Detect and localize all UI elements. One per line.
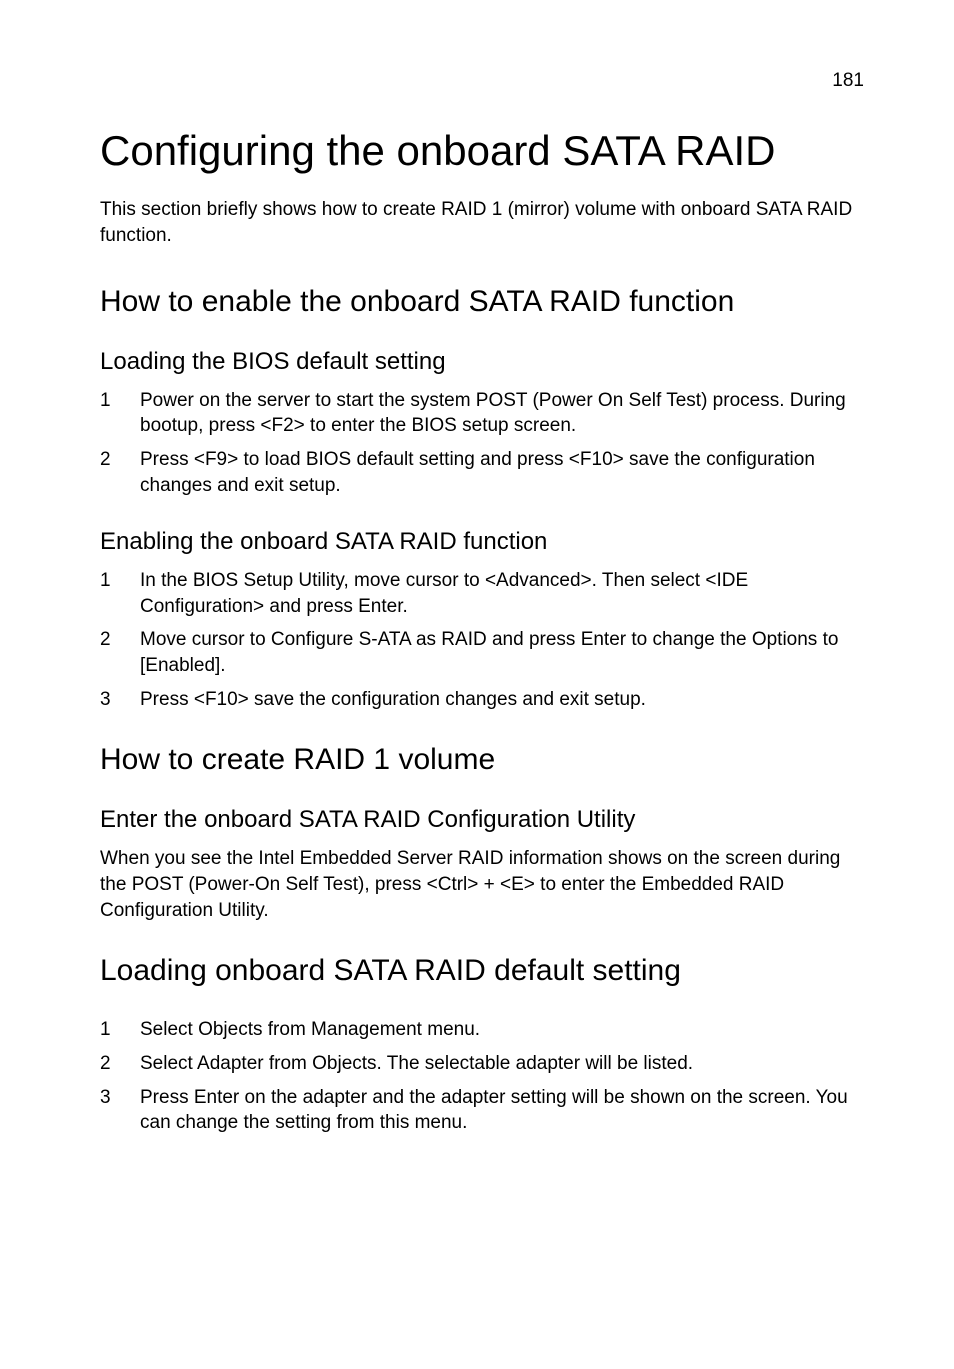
list-number: 2 — [100, 627, 140, 678]
list-number: 3 — [100, 687, 140, 713]
list-text: In the BIOS Setup Utility, move cursor t… — [140, 568, 864, 619]
list-item: 1 Select Objects from Management menu. — [100, 1017, 864, 1043]
section-heading-enable-raid: How to enable the onboard SATA RAID func… — [100, 284, 864, 320]
section-heading-create-raid1: How to create RAID 1 volume — [100, 742, 864, 778]
list-text: Power on the server to start the system … — [140, 388, 864, 439]
list-text: Press Enter on the adapter and the adapt… — [140, 1085, 864, 1136]
list-item: 1 Power on the server to start the syste… — [100, 388, 864, 439]
section-heading-loading-default: Loading onboard SATA RAID default settin… — [100, 953, 864, 989]
list-number: 1 — [100, 1017, 140, 1043]
list-text: Press <F9> to load BIOS default setting … — [140, 447, 864, 498]
subsection-heading-config-utility: Enter the onboard SATA RAID Configuratio… — [100, 806, 864, 834]
list-text: Move cursor to Configure S-ATA as RAID a… — [140, 627, 864, 678]
intro-paragraph: This section briefly shows how to create… — [100, 197, 864, 248]
list-item: 2 Move cursor to Configure S-ATA as RAID… — [100, 627, 864, 678]
list-item: 2 Press <F9> to load BIOS default settin… — [100, 447, 864, 498]
list-bios-default: 1 Power on the server to start the syste… — [100, 388, 864, 499]
subsection-heading-enable-function: Enabling the onboard SATA RAID function — [100, 528, 864, 556]
list-number: 2 — [100, 1051, 140, 1077]
list-number: 3 — [100, 1085, 140, 1136]
body-paragraph-config-utility: When you see the Intel Embedded Server R… — [100, 846, 864, 923]
list-loading-default: 1 Select Objects from Management menu. 2… — [100, 1017, 864, 1136]
list-number: 1 — [100, 568, 140, 619]
list-item: 3 Press Enter on the adapter and the ada… — [100, 1085, 864, 1136]
subsection-heading-bios-default: Loading the BIOS default setting — [100, 348, 864, 376]
list-text: Press <F10> save the configuration chang… — [140, 687, 864, 713]
list-item: 2 Select Adapter from Objects. The selec… — [100, 1051, 864, 1077]
list-item: 3 Press <F10> save the configuration cha… — [100, 687, 864, 713]
list-item: 1 In the BIOS Setup Utility, move cursor… — [100, 568, 864, 619]
page-title: Configuring the onboard SATA RAID — [100, 127, 864, 175]
list-number: 1 — [100, 388, 140, 439]
list-number: 2 — [100, 447, 140, 498]
list-enable-function: 1 In the BIOS Setup Utility, move cursor… — [100, 568, 864, 712]
list-text: Select Adapter from Objects. The selecta… — [140, 1051, 864, 1077]
list-text: Select Objects from Management menu. — [140, 1017, 864, 1043]
page-number: 181 — [100, 70, 864, 92]
